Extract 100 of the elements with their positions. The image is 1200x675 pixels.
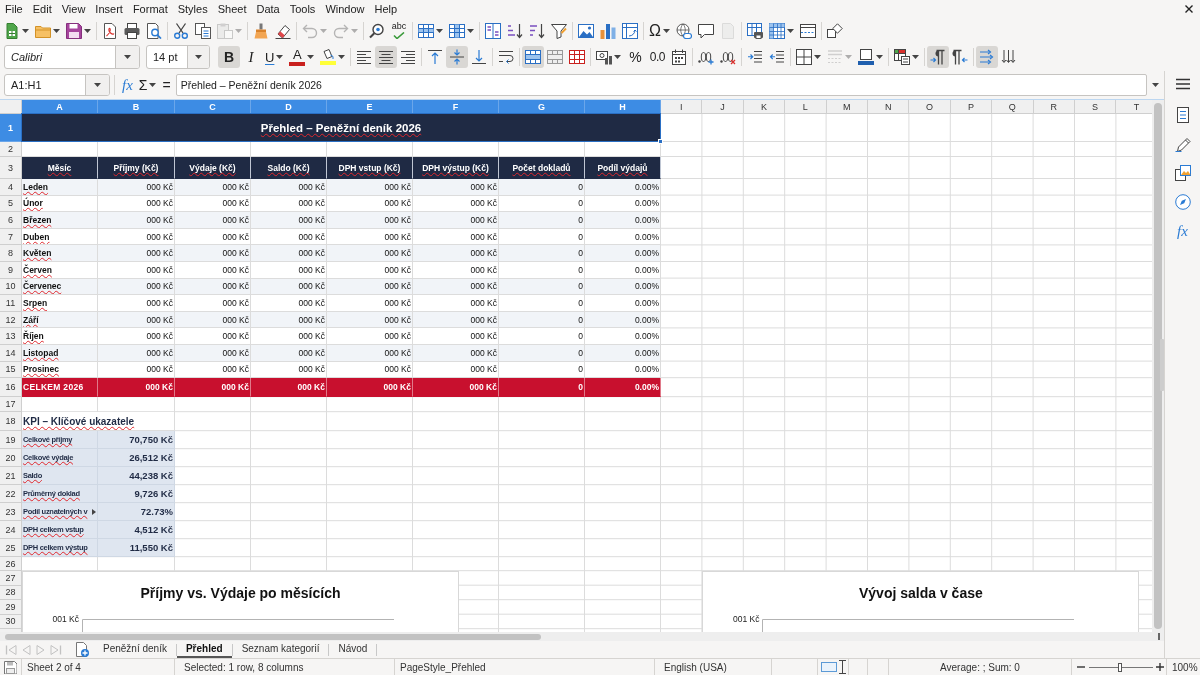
menu-item[interactable]: Data	[251, 1, 285, 17]
dropdown-button[interactable]	[187, 46, 209, 68]
percent-button[interactable]: %	[624, 46, 647, 68]
row-header[interactable]: 18	[0, 412, 22, 432]
table-cell: 000 Kč	[175, 179, 251, 196]
table-cell: 000 Kč	[327, 212, 413, 229]
row-header[interactable]: 21	[0, 467, 22, 486]
row-header[interactable]: 17	[0, 397, 22, 413]
functions-tab[interactable]: fx	[1168, 217, 1197, 245]
highlighter-icon	[320, 49, 337, 65]
spelling-button[interactable]: abc	[388, 19, 410, 42]
column-header[interactable]: N	[867, 100, 910, 114]
font-color-button[interactable]: A	[286, 46, 318, 68]
column-header[interactable]: P	[950, 100, 993, 114]
column-header[interactable]: S	[1074, 100, 1117, 114]
zoom-in-icon[interactable]	[1156, 663, 1164, 671]
dropdown-button[interactable]	[85, 75, 109, 95]
row-header[interactable]: 13	[0, 328, 22, 345]
column-header[interactable]: T	[1116, 100, 1152, 114]
menu-item[interactable]: Edit	[27, 1, 57, 17]
align-right-icon	[400, 49, 417, 65]
chart-title: Vývoj salda v čase	[859, 584, 983, 603]
sheet-tab[interactable]: Přehled	[176, 641, 232, 658]
number-button[interactable]: 0.0	[646, 46, 669, 68]
sheet-tab[interactable]: Návod	[329, 641, 377, 658]
column-header[interactable]: Q	[992, 100, 1034, 114]
paintbrush-icon	[253, 22, 269, 39]
function-wizard-button[interactable]: fx	[119, 75, 136, 95]
column-header[interactable]: O	[909, 100, 951, 114]
menu-item[interactable]: Insert	[90, 1, 128, 17]
special-character-button[interactable]: Ω	[646, 19, 673, 42]
sheet-tab[interactable]: Peněžní deník	[94, 641, 176, 658]
column-header[interactable]: R	[1033, 100, 1075, 114]
paragraph-ltr-button[interactable]	[927, 46, 950, 68]
align-middle-icon	[449, 49, 466, 65]
arrows-right-icon	[979, 49, 996, 65]
row-header[interactable]: 4	[0, 179, 22, 196]
globe-link-icon	[675, 22, 692, 39]
menu-item[interactable]: Tools	[284, 1, 321, 17]
menu-item[interactable]: Format	[127, 1, 173, 17]
row-header[interactable]: 26	[0, 557, 22, 572]
column-heading: Měsíc	[22, 157, 98, 179]
menu-item[interactable]: Help	[369, 1, 403, 17]
bold-button[interactable]: B	[218, 46, 240, 68]
column-header[interactable]: K	[743, 100, 786, 114]
sum-button[interactable]: Σ	[135, 75, 160, 95]
sheet-tab[interactable]: Seznam kategorií	[232, 641, 329, 658]
row-header[interactable]: 11	[0, 295, 22, 312]
name-box[interactable]: A1:H1	[4, 74, 110, 96]
row-header[interactable]: 19	[0, 431, 22, 450]
calendar-icon	[671, 49, 688, 65]
italic-button[interactable]: I	[240, 46, 262, 68]
row-header[interactable]: 23	[0, 503, 22, 522]
split-handle[interactable]	[1158, 633, 1160, 640]
align-center-button[interactable]	[375, 46, 398, 68]
menu-item[interactable]: Styles	[172, 1, 213, 17]
pictures-icon	[1174, 165, 1191, 181]
kpi-value: 4,512 Kč	[98, 521, 175, 540]
checkmark-icon	[393, 32, 405, 39]
menu-icon[interactable]	[1175, 78, 1190, 90]
formula-input[interactable]: Přehled – Peněžní deník 2026	[175, 74, 1147, 96]
funnel-icon	[551, 22, 567, 39]
row-header[interactable]: 2	[0, 142, 22, 157]
row-header[interactable]: 8	[0, 245, 22, 262]
zoom-out-icon[interactable]	[1077, 663, 1085, 671]
row-header[interactable]: 27	[0, 571, 22, 586]
underline-button[interactable]: U	[262, 46, 287, 68]
slider-thumb[interactable]	[1117, 662, 1122, 672]
caret-icon[interactable]	[1152, 83, 1159, 87]
table-cell: Květen	[22, 245, 98, 262]
row-header[interactable]: 3	[0, 157, 22, 179]
row-header[interactable]: 25	[0, 539, 22, 558]
row-header[interactable]: 6	[0, 212, 22, 229]
speech-bubble-icon	[697, 22, 714, 39]
column-header[interactable]: M	[826, 100, 868, 114]
merge-center-button[interactable]	[522, 46, 545, 68]
close-icon[interactable]	[1185, 5, 1193, 13]
caret-icon	[436, 28, 443, 33]
row-header[interactable]: 29	[0, 600, 22, 615]
column-header[interactable]: J	[702, 100, 744, 114]
dropdown-button[interactable]	[115, 46, 139, 68]
row-header[interactable]: 22	[0, 485, 22, 504]
menu-item[interactable]: View	[56, 1, 91, 17]
sidebar-handle[interactable]	[1160, 339, 1164, 391]
row-header[interactable]: 16	[0, 378, 22, 398]
row-header[interactable]: 20	[0, 449, 22, 468]
formula-button[interactable]: =	[159, 75, 174, 95]
scrollbar-thumb[interactable]	[5, 633, 541, 640]
menu-item[interactable]: File	[0, 1, 28, 17]
column-header[interactable]: L	[785, 100, 827, 114]
add-sheet-icon[interactable]	[75, 642, 89, 657]
menu-item[interactable]: Window	[320, 1, 370, 17]
column-header[interactable]: I	[661, 100, 703, 114]
font-name-field[interactable]: Calibri	[4, 45, 140, 69]
font-size-field[interactable]: 14 pt	[146, 45, 210, 69]
total-cell: 000 Kč	[413, 378, 499, 398]
menu-item[interactable]: Sheet	[212, 1, 252, 17]
row-header[interactable]: 24	[0, 521, 22, 540]
fill-handle[interactable]	[658, 139, 663, 144]
horizontal-scrollbar[interactable]	[0, 632, 1164, 641]
